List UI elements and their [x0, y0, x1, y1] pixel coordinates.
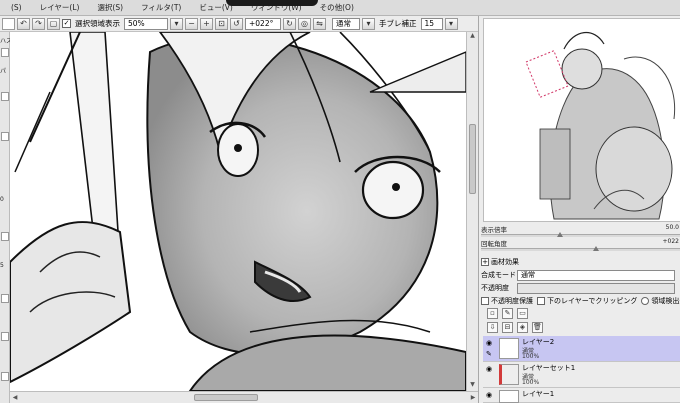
- new-linework-layer-icon[interactable]: ✎: [502, 308, 513, 319]
- selection-display-checkbox[interactable]: ✓: [62, 19, 71, 28]
- right-panel: 表示倍率 50.0 回転角度 +022 + 画材効果 合成モード 通常 不透明度…: [478, 16, 680, 403]
- horizontal-scroll-thumb[interactable]: [194, 394, 258, 401]
- artwork-sketch: [10, 32, 466, 391]
- opacity-row: 不透明度: [481, 282, 680, 294]
- layer-thumbnail: [499, 390, 519, 403]
- menu-bar: (S) レイヤー(L) 選択(S) フィルタ(T) ビュー(V) ウィンドウ(W…: [0, 0, 680, 16]
- undo-icon[interactable]: ↶: [17, 17, 30, 30]
- transfer-down-icon[interactable]: ⇩: [487, 322, 498, 333]
- rotate-left-icon[interactable]: ↺: [230, 17, 243, 30]
- layer-row[interactable]: ◉ レイヤー1: [483, 388, 680, 403]
- rotation-slider-value: +022: [662, 238, 679, 245]
- texture-expand-icon[interactable]: +: [481, 258, 489, 266]
- rotation-slider-label: 回転角度: [481, 240, 507, 248]
- canvas-horizontal-scrollbar[interactable]: ◀ ▶: [10, 391, 478, 403]
- menu-edit[interactable]: (S): [2, 3, 31, 12]
- layer-name: レイヤー1: [522, 390, 555, 398]
- zoom-reset-icon[interactable]: ⊡: [215, 17, 228, 30]
- zoom-slider-value: 50.0: [665, 224, 679, 231]
- navigator-thumbnail: [484, 19, 680, 221]
- new-layer-icon[interactable]: ▫: [487, 308, 498, 319]
- opacity-slider[interactable]: [517, 282, 675, 294]
- scroll-right-icon[interactable]: ▶: [468, 392, 478, 403]
- deselect-button[interactable]: [2, 17, 15, 30]
- tool-label-2: パ: [0, 68, 7, 75]
- rotate-right-icon[interactable]: ↻: [283, 17, 296, 30]
- blend-mode-row: 合成モード 通常: [481, 269, 680, 281]
- new-folder-icon[interactable]: ▭: [517, 308, 528, 319]
- zoom-dropdown-icon[interactable]: ▾: [170, 17, 183, 30]
- canvas-vertical-scrollbar[interactable]: ▲ ▼: [466, 32, 478, 391]
- texture-label: 画材効果: [491, 258, 519, 266]
- toolbar: ↶ ↷ ▢ ✓ 選択領域表示 50% ▾ − + ⊡ ↺ +022° ↻ ◎ ⇋…: [0, 16, 478, 32]
- tool-value-2: 5: [0, 262, 4, 269]
- zoom-slider[interactable]: 表示倍率 50.0: [481, 224, 680, 237]
- edit-brush-icon[interactable]: ✎: [486, 350, 496, 358]
- opacity-label: 不透明度: [481, 284, 509, 292]
- tool-panel-strip: ハス パ 0 5: [0, 32, 10, 403]
- texture-row[interactable]: + 画材効果: [481, 256, 680, 268]
- blend-dropdown-icon[interactable]: ▾: [362, 17, 375, 30]
- visibility-eye-icon[interactable]: ◉: [486, 365, 496, 373]
- scroll-left-icon[interactable]: ◀: [10, 392, 20, 403]
- tool-label-1: ハス: [0, 38, 10, 45]
- drawing-canvas[interactable]: [10, 32, 466, 391]
- selection-clear-icon[interactable]: ▢: [47, 17, 60, 30]
- angle-field[interactable]: +022°: [245, 17, 281, 30]
- blend-mode-field[interactable]: 通常: [332, 17, 360, 30]
- layer-toolbar: ▫ ✎ ▭ ⇩ ⊟ ◈ 🗑: [481, 305, 680, 335]
- app-window: (S) レイヤー(L) 選択(S) フィルタ(T) ビュー(V) ウィンドウ(W…: [0, 0, 680, 403]
- rotation-slider[interactable]: 回転角度 +022: [481, 238, 680, 251]
- blend-mode-label: 合成モード: [481, 271, 516, 279]
- menu-layer[interactable]: レイヤー(L): [31, 2, 89, 13]
- tool-swatch-3[interactable]: [1, 132, 9, 141]
- flip-icon[interactable]: ⇋: [313, 17, 326, 30]
- delete-layer-icon[interactable]: 🗑: [532, 322, 543, 333]
- menu-filter[interactable]: フィルタ(T): [132, 2, 190, 13]
- rotation-slider-track[interactable]: [481, 248, 680, 251]
- clipping-checkbox[interactable]: [537, 297, 545, 305]
- menu-select[interactable]: 選択(S): [88, 2, 132, 13]
- redo-icon[interactable]: ↷: [32, 17, 45, 30]
- tool-swatch-6[interactable]: [1, 332, 9, 341]
- blend-mode-select[interactable]: 通常: [517, 269, 675, 281]
- zoom-out-icon[interactable]: −: [185, 17, 198, 30]
- visibility-eye-icon[interactable]: ◉: [486, 391, 496, 399]
- layer-row[interactable]: ◉ レイヤーセット1 通常 100%: [483, 362, 680, 388]
- rotate-reset-icon[interactable]: ◎: [298, 17, 311, 30]
- vertical-scroll-thumb[interactable]: [469, 124, 476, 194]
- title-overlay: [226, 0, 318, 6]
- menu-other[interactable]: その他(O): [311, 2, 363, 13]
- selection-display-label: 選択領域表示: [75, 19, 120, 28]
- navigator-preview[interactable]: [483, 18, 680, 222]
- tool-swatch-7[interactable]: [1, 372, 9, 381]
- zoom-slider-label: 表示倍率: [481, 226, 507, 234]
- zoom-slider-track[interactable]: [481, 234, 680, 237]
- tool-swatch-4[interactable]: [1, 232, 9, 241]
- zoom-field[interactable]: 50%: [124, 17, 168, 30]
- stabilizer-dropdown-icon[interactable]: ▾: [444, 17, 458, 30]
- tool-swatch-5[interactable]: [1, 294, 9, 303]
- merge-down-icon[interactable]: ⊟: [502, 322, 513, 333]
- layer-thumbnail: [499, 338, 519, 359]
- selection-source-radio[interactable]: [641, 297, 650, 305]
- zoom-in-icon[interactable]: +: [200, 17, 213, 30]
- folder-icon: [499, 364, 519, 385]
- scroll-down-icon[interactable]: ▼: [467, 381, 478, 391]
- tool-swatch-2[interactable]: [1, 92, 9, 101]
- tool-swatch-1[interactable]: [1, 48, 9, 57]
- layer-opacity: 100%: [522, 353, 540, 360]
- scroll-up-icon[interactable]: ▲: [467, 32, 478, 42]
- layer-row[interactable]: ◉ ✎ レイヤー2 通常 100%: [483, 336, 680, 362]
- tool-value-1: 0: [0, 196, 4, 203]
- stabilizer-label: 手ブレ補正: [379, 19, 417, 28]
- layer-opacity: 100%: [522, 379, 540, 386]
- protect-opacity-checkbox[interactable]: [481, 297, 489, 305]
- clear-layer-icon[interactable]: ◈: [517, 322, 528, 333]
- stabilizer-field[interactable]: 15: [420, 17, 443, 30]
- visibility-eye-icon[interactable]: ◉: [486, 339, 496, 347]
